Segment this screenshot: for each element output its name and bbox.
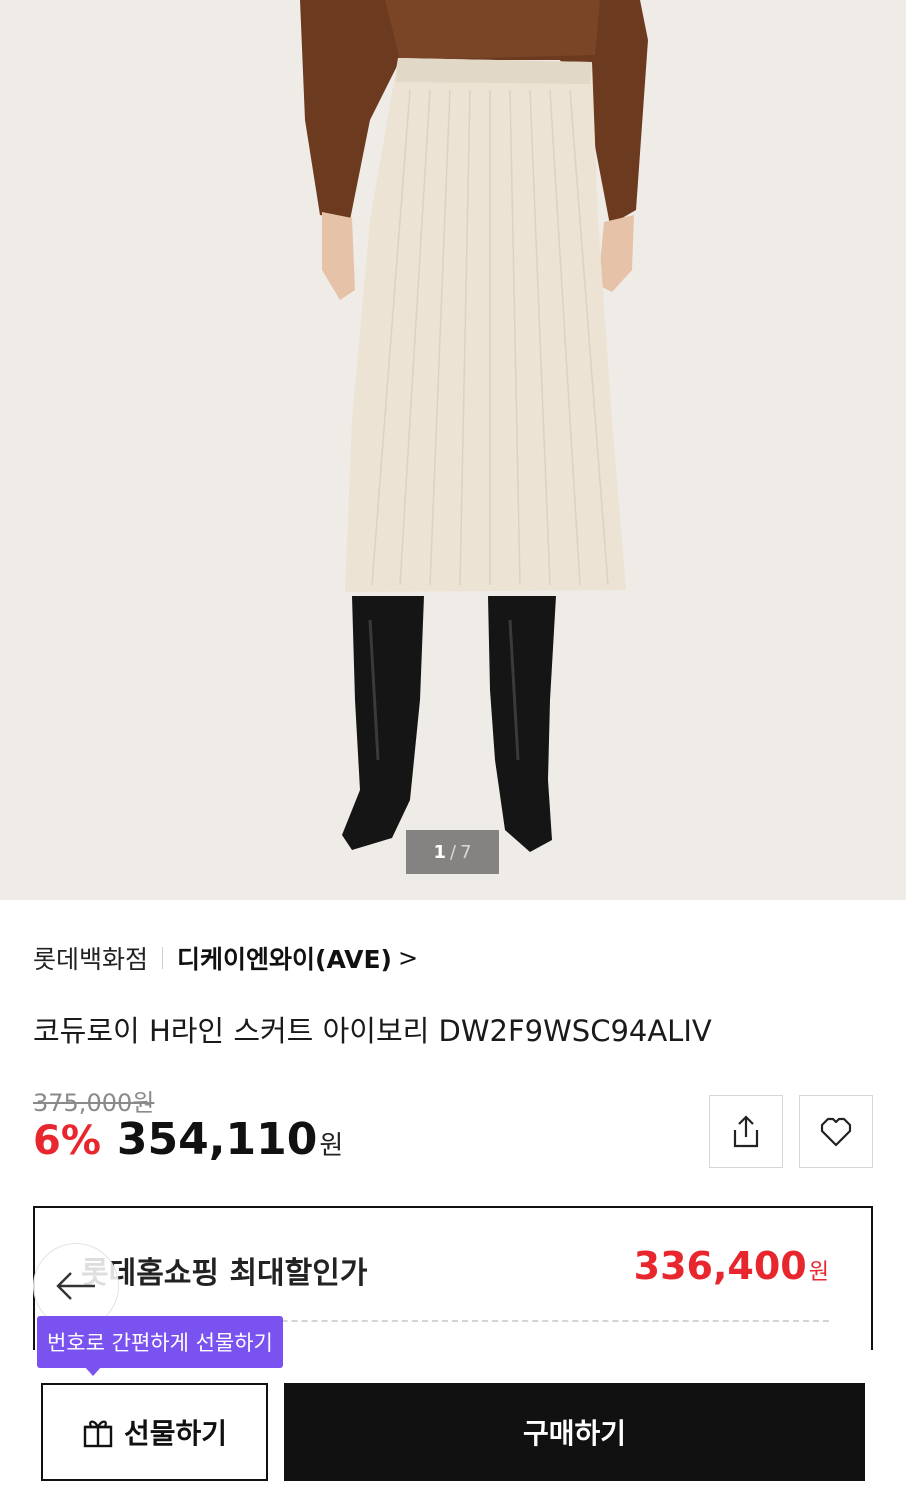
best-price-currency: 원 [808,1260,829,1285]
chevron-right-icon: > [397,944,419,972]
brand-row: 롯데백화점 디케이엔와이(AVE) > [33,938,418,978]
tooltip-arrow [84,1366,102,1376]
product-image[interactable]: 1 / 7 [0,0,906,900]
price-row: 6% 354,110 원 [33,1114,343,1165]
pager-total: 7 [460,841,472,863]
brand-name: 디케이엔와이(AVE) [177,945,392,974]
share-button[interactable] [709,1095,783,1168]
discount-rate: 6% [33,1118,101,1164]
sale-price: 354,110 [116,1114,318,1165]
gift-tooltip: 번호로 간편하게 선물하기 [37,1316,283,1368]
pager-current: 1 [433,841,446,863]
arrow-left-icon [56,1272,95,1300]
brand-divider [162,947,164,969]
product-photo [300,0,648,852]
best-price-value: 336,400 [633,1244,807,1288]
pager-separator: / [450,841,457,863]
image-pager: 1 / 7 [406,830,499,874]
original-price: 375,000원 [33,1089,155,1117]
product-title: 코듀로이 H라인 스커트 아이보리 DW2F9WSC94ALIV [33,1014,712,1048]
gift-button[interactable]: 선물하기 [41,1383,268,1481]
gift-icon [83,1420,113,1448]
brand-link[interactable]: 디케이엔와이(AVE) > [177,940,418,976]
best-price-label: 롯데홈쇼핑 최대할인가 [81,1256,368,1291]
buy-button[interactable]: 구매하기 [284,1383,865,1481]
wishlist-button[interactable] [799,1095,873,1168]
share-icon [733,1114,759,1147]
store-name: 롯데백화점 [33,945,149,974]
best-price: 336,400 원 [634,1244,829,1288]
gift-button-label: 선물하기 [123,1417,228,1450]
price-currency: 원 [319,1131,344,1161]
buy-button-label: 구매하기 [522,1417,627,1450]
heart-icon [820,1117,852,1146]
